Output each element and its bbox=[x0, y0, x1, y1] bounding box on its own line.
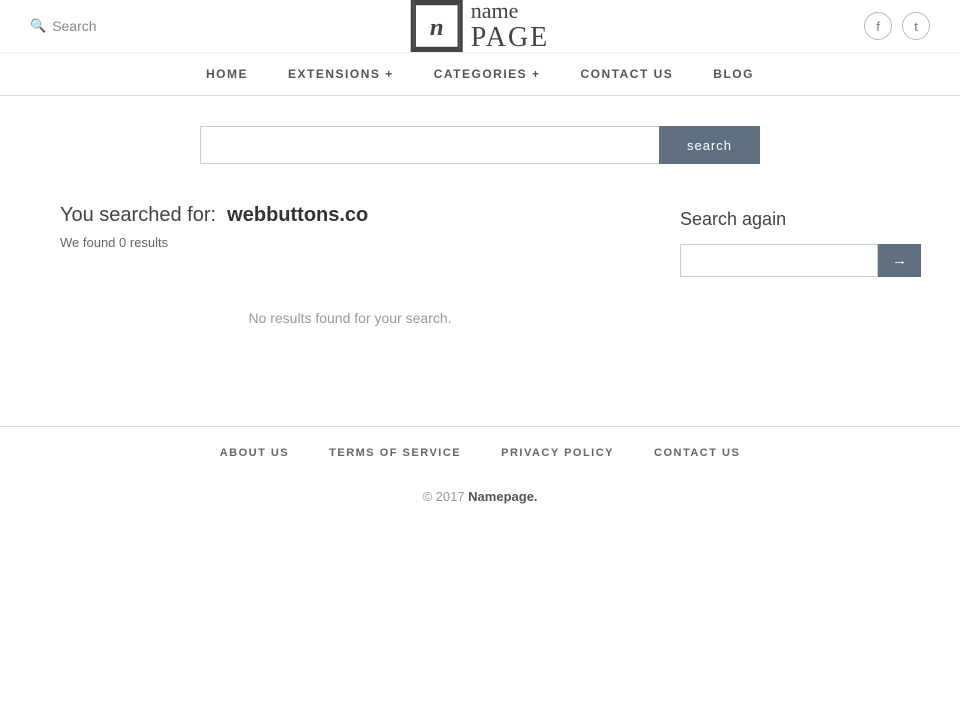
main-nav: HOME EXTENSIONS + CATEGORIES + CONTACT U… bbox=[0, 53, 960, 96]
copyright-text: © 2017 bbox=[422, 489, 468, 504]
header-search[interactable]: 🔍 Search bbox=[30, 18, 97, 34]
query-prefix: You searched for: bbox=[60, 204, 216, 226]
logo-icon: n bbox=[411, 0, 463, 52]
twitter-icon[interactable]: t bbox=[902, 12, 930, 40]
search-input[interactable] bbox=[200, 126, 659, 164]
search-bar-container: search bbox=[200, 126, 760, 164]
result-section: You searched for: webbuttons.co We found… bbox=[60, 204, 640, 356]
copyright-brand[interactable]: Namepage. bbox=[468, 489, 537, 504]
social-icons: f t bbox=[864, 12, 930, 40]
results-count: We found 0 results bbox=[60, 235, 640, 250]
facebook-label: f bbox=[876, 19, 880, 34]
nav-item-blog[interactable]: BLOG bbox=[713, 67, 754, 81]
footer-item-privacy[interactable]: PRIVACY POLICY bbox=[501, 447, 614, 459]
search-query-title: You searched for: webbuttons.co bbox=[60, 204, 640, 227]
facebook-icon[interactable]: f bbox=[864, 12, 892, 40]
search-again-section: Search again → bbox=[680, 204, 900, 356]
nav-item-categories[interactable]: CATEGORIES + bbox=[434, 67, 541, 81]
search-again-input[interactable] bbox=[680, 244, 878, 277]
query-term: webbuttons.co bbox=[227, 204, 368, 226]
svg-text:n: n bbox=[430, 14, 444, 41]
header-search-label: Search bbox=[52, 18, 96, 34]
logo-text: name PAGE bbox=[471, 0, 550, 54]
search-button[interactable]: search bbox=[659, 126, 760, 164]
site-footer: ABOUT US TERMS OF SERVICE PRIVACY POLICY… bbox=[0, 426, 960, 524]
footer-nav: ABOUT US TERMS OF SERVICE PRIVACY POLICY… bbox=[0, 427, 960, 479]
footer-item-about[interactable]: ABOUT US bbox=[220, 447, 289, 459]
search-section: search bbox=[0, 96, 960, 184]
twitter-label: t bbox=[914, 19, 918, 34]
nav-item-extensions[interactable]: EXTENSIONS + bbox=[288, 67, 394, 81]
no-results-message: No results found for your search. bbox=[60, 280, 640, 356]
logo-name-line: name bbox=[471, 0, 550, 23]
search-again-bar: → bbox=[680, 244, 900, 277]
footer-item-contact[interactable]: CONTACT US bbox=[654, 447, 740, 459]
logo-page-line: PAGE bbox=[471, 23, 550, 54]
search-icon: 🔍 bbox=[30, 18, 46, 34]
footer-copyright: © 2017 Namepage. bbox=[0, 479, 960, 524]
nav-item-contact[interactable]: CONTACT US bbox=[581, 67, 674, 81]
main-content: You searched for: webbuttons.co We found… bbox=[0, 184, 960, 396]
footer-item-terms[interactable]: TERMS OF SERVICE bbox=[329, 447, 461, 459]
logo-svg: n bbox=[414, 0, 460, 52]
search-again-title: Search again bbox=[680, 209, 900, 230]
search-again-button[interactable]: → bbox=[878, 244, 921, 277]
site-header: 🔍 Search n name PAGE f t bbox=[0, 0, 960, 53]
nav-item-home[interactable]: HOME bbox=[206, 67, 248, 81]
site-logo: n name PAGE bbox=[411, 0, 550, 54]
